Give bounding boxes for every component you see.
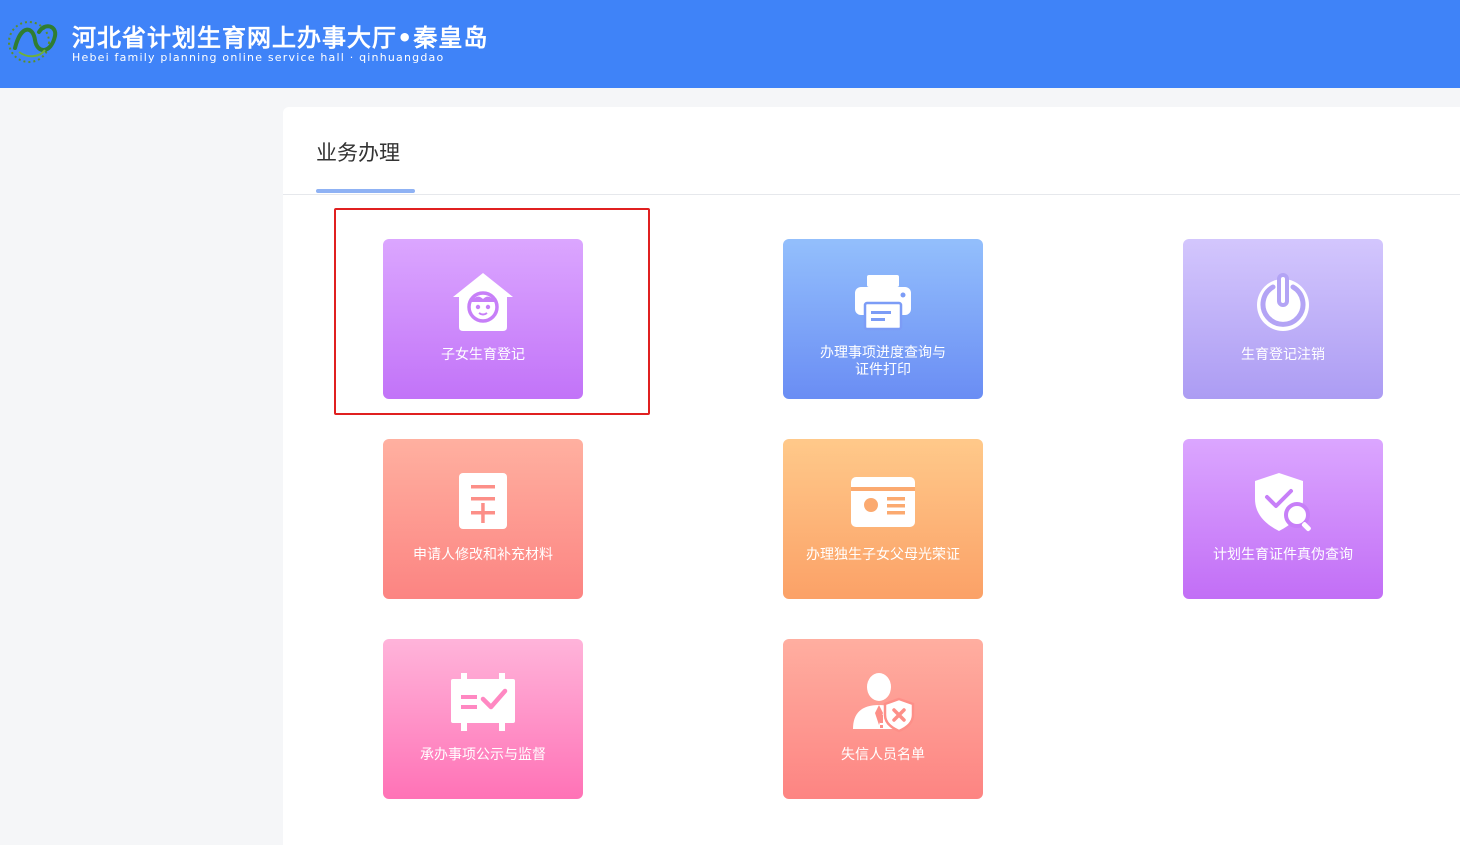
service-label-line1: 办理事项进度查询与 bbox=[820, 345, 946, 361]
service-panel: 业务办理 子女生育登记 办理事项进度查询与 证件打印 生育登记注销 申请人修改和… bbox=[283, 107, 1460, 845]
tab-divider bbox=[283, 194, 1460, 195]
document-add-icon bbox=[459, 473, 507, 529]
service-label: 申请人修改和补充材料 bbox=[413, 547, 553, 563]
site-subtitle: Hebei family planning online service hal… bbox=[72, 51, 445, 64]
service-label: 子女生育登记 bbox=[441, 347, 525, 363]
shield-search-icon bbox=[1255, 473, 1311, 532]
id-card-icon bbox=[851, 477, 915, 527]
service-label: 生育登记注销 bbox=[1241, 347, 1325, 363]
notice-board-icon bbox=[451, 673, 515, 731]
house-child-icon bbox=[453, 273, 513, 331]
service-tile-only-child-honor-cert[interactable]: 办理独生子女父母光荣证 bbox=[783, 439, 983, 599]
service-tile-registration-cancel[interactable]: 生育登记注销 bbox=[1183, 239, 1383, 399]
service-tile-progress-query-print[interactable]: 办理事项进度查询与 证件打印 bbox=[783, 239, 983, 399]
user-blacklist-icon bbox=[853, 673, 915, 733]
service-label: 计划生育证件真伪查询 bbox=[1213, 547, 1353, 563]
service-tile-certificate-verify[interactable]: 计划生育证件真伪查询 bbox=[1183, 439, 1383, 599]
printer-icon bbox=[855, 275, 911, 331]
service-tile-dishonest-list[interactable]: 失信人员名单 bbox=[783, 639, 983, 799]
service-tile-publicity-supervision[interactable]: 承办事项公示与监督 bbox=[383, 639, 583, 799]
hebei-logo-icon bbox=[8, 21, 58, 63]
tab-active-indicator bbox=[316, 189, 415, 193]
service-label: 失信人员名单 bbox=[841, 747, 925, 763]
top-header: 河北省计划生育网上办事大厅•秦皇岛 Hebei family planning … bbox=[0, 0, 1460, 88]
service-label: 办理事项进度查询与 证件打印 bbox=[791, 345, 975, 379]
site-title: 河北省计划生育网上办事大厅•秦皇岛 bbox=[72, 24, 489, 52]
tab-business[interactable]: 业务办理 bbox=[316, 137, 400, 167]
service-label-line2: 证件打印 bbox=[855, 362, 911, 378]
service-tile-modify-materials[interactable]: 申请人修改和补充材料 bbox=[383, 439, 583, 599]
service-label: 办理独生子女父母光荣证 bbox=[806, 547, 960, 563]
service-tile-child-birth-registration[interactable]: 子女生育登记 bbox=[383, 239, 583, 399]
service-label: 承办事项公示与监督 bbox=[420, 747, 546, 763]
power-icon bbox=[1257, 273, 1309, 331]
